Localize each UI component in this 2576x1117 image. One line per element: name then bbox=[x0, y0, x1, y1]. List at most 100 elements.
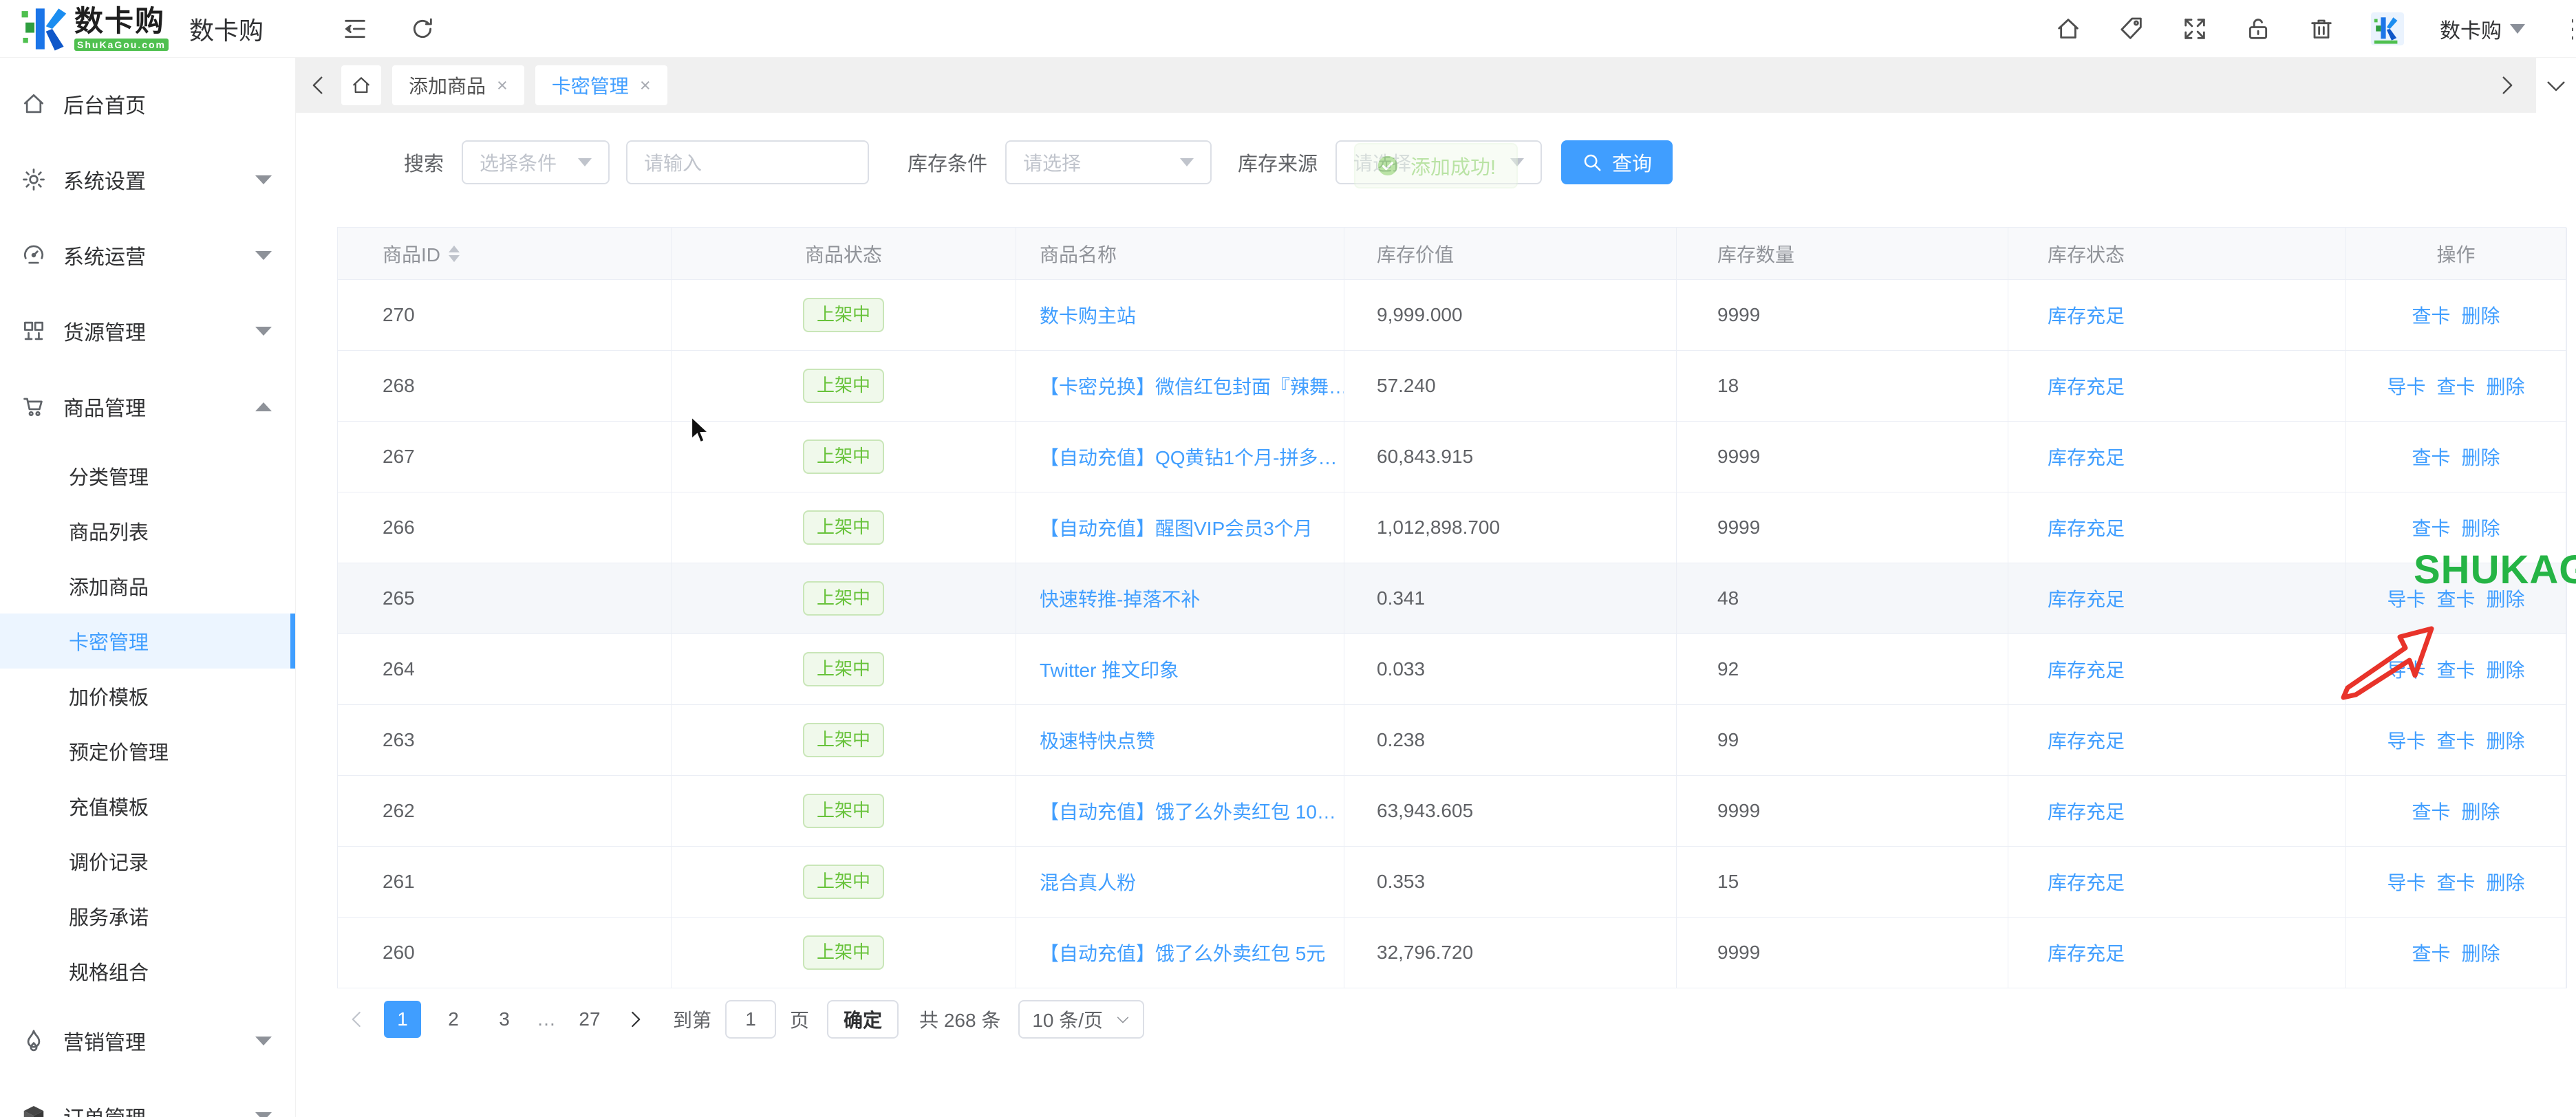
row-action-link[interactable]: 删除 bbox=[2462, 797, 2500, 825]
product-name-link[interactable]: 【卡密兑换】微信红包封面『辣舞… bbox=[1040, 372, 1344, 400]
sidebar-item-订单管理[interactable]: 订单管理 bbox=[0, 1078, 295, 1117]
search-keyword-input[interactable]: 请输入 bbox=[626, 140, 869, 184]
stock-status-link[interactable]: 库存充足 bbox=[2048, 372, 2125, 400]
row-action-link[interactable]: 删除 bbox=[2462, 301, 2500, 329]
stock-status-link[interactable]: 库存充足 bbox=[2048, 514, 2125, 541]
close-icon[interactable]: × bbox=[640, 76, 651, 95]
tab-卡密管理[interactable]: 卡密管理× bbox=[535, 65, 667, 105]
sidebar-subitem-服务承诺[interactable]: 服务承诺 bbox=[0, 889, 295, 944]
stock-status-link[interactable]: 库存充足 bbox=[2048, 655, 2125, 683]
pager-page-1[interactable]: 1 bbox=[384, 1001, 421, 1038]
main-content: 添加成功! 搜索 选择条件 请输入 库存条件 请选择 库存来源 请选择 查询 商… bbox=[296, 113, 2576, 1117]
tabs-dropdown-button[interactable] bbox=[2536, 58, 2576, 113]
close-icon[interactable]: × bbox=[497, 76, 508, 95]
stock-status-link[interactable]: 库存充足 bbox=[2048, 585, 2125, 612]
row-action-link[interactable]: 查卡 bbox=[2412, 443, 2450, 470]
sidebar-item-后台首页[interactable]: 后台首页 bbox=[0, 66, 295, 142]
sidebar-item-系统运营[interactable]: 系统运营 bbox=[0, 217, 295, 293]
pager-confirm-button[interactable]: 确定 bbox=[827, 1000, 899, 1039]
column-header-商品ID[interactable]: 商品ID bbox=[338, 228, 672, 280]
product-name-link[interactable]: 混合真人粉 bbox=[1040, 868, 1136, 896]
product-name-link[interactable]: 数卡购主站 bbox=[1040, 301, 1136, 329]
row-action-link[interactable]: 查卡 bbox=[2412, 939, 2450, 966]
stock-status-link[interactable]: 库存充足 bbox=[2048, 939, 2125, 966]
sidebar-subitem-预定价管理[interactable]: 预定价管理 bbox=[0, 724, 295, 779]
sidebar-subitem-充值模板[interactable]: 充值模板 bbox=[0, 779, 295, 834]
stock-value: 63,943.605 bbox=[1377, 800, 1473, 822]
product-name-link[interactable]: 【自动充值】饿了么外卖红包 5元 bbox=[1040, 939, 1325, 966]
user-menu[interactable]: 数卡购 bbox=[2440, 14, 2525, 44]
query-button[interactable]: 查询 bbox=[1561, 140, 1673, 184]
product-name-link[interactable]: 【自动充值】QQ黄钻1个月-拼多… bbox=[1040, 443, 1337, 470]
stock-status-link[interactable]: 库存充足 bbox=[2048, 797, 2125, 825]
search-label: 搜索 bbox=[404, 148, 444, 177]
stock-status-link[interactable]: 库存充足 bbox=[2048, 301, 2125, 329]
stock-status-link[interactable]: 库存充足 bbox=[2048, 868, 2125, 896]
refresh-icon[interactable] bbox=[409, 15, 436, 43]
product-name-link[interactable]: 极速特快点赞 bbox=[1040, 726, 1155, 754]
pager-page-2[interactable]: 2 bbox=[435, 1001, 472, 1038]
stock-value: 32,796.720 bbox=[1377, 942, 1473, 964]
home-icon[interactable] bbox=[2054, 15, 2082, 43]
page-size-select[interactable]: 10 条/页 bbox=[1018, 1000, 1144, 1039]
row-action-link[interactable]: 查卡 bbox=[2412, 514, 2450, 541]
sidebar-item-营销管理[interactable]: 营销管理 bbox=[0, 1003, 295, 1078]
pager-page-27[interactable]: 27 bbox=[571, 1001, 608, 1038]
sidebar-item-商品管理[interactable]: 商品管理 bbox=[0, 369, 295, 444]
tabs-scroll-left-icon[interactable] bbox=[307, 74, 330, 97]
pager-page-3[interactable]: 3 bbox=[486, 1001, 523, 1038]
pager-ellipsis[interactable]: … bbox=[537, 1008, 557, 1030]
tag-icon[interactable] bbox=[2118, 15, 2145, 43]
row-action-link[interactable]: 删除 bbox=[2462, 939, 2500, 966]
row-action-link[interactable]: 查卡 bbox=[2412, 797, 2450, 825]
search-condition-select[interactable]: 选择条件 bbox=[462, 140, 610, 184]
product-id: 268 bbox=[383, 375, 415, 397]
stock-source-select[interactable]: 请选择 bbox=[1335, 140, 1542, 184]
product-name-link[interactable]: Twitter 推文印象 bbox=[1040, 655, 1179, 683]
sidebar-item-系统设置[interactable]: 系统设置 bbox=[0, 142, 295, 217]
row-action-link[interactable]: 导卡 bbox=[2387, 868, 2425, 896]
user-avatar[interactable] bbox=[2371, 12, 2404, 45]
table-row: 262上架中【自动充值】饿了么外卖红包 10…63,943.6059999库存充… bbox=[338, 776, 2566, 847]
stock-status-link[interactable]: 库存充足 bbox=[2048, 443, 2125, 470]
tabs-scroll-right-icon[interactable] bbox=[2495, 74, 2518, 97]
sidebar-subitem-卡密管理[interactable]: 卡密管理 bbox=[0, 614, 295, 669]
sidebar-subitem-加价模板[interactable]: 加价模板 bbox=[0, 669, 295, 724]
stock-condition-select[interactable]: 请选择 bbox=[1005, 140, 1212, 184]
sidebar-subitem-调价记录[interactable]: 调价记录 bbox=[0, 834, 295, 889]
row-action-link[interactable]: 查卡 bbox=[2436, 372, 2475, 400]
tab-添加商品[interactable]: 添加商品× bbox=[392, 65, 524, 105]
row-action-link[interactable]: 删除 bbox=[2487, 655, 2525, 683]
sidebar-subitem-添加商品[interactable]: 添加商品 bbox=[0, 558, 295, 614]
pager-prev-icon[interactable] bbox=[347, 1009, 367, 1030]
collapse-sidebar-icon[interactable] bbox=[341, 15, 369, 43]
row-action-link[interactable]: 查卡 bbox=[2436, 868, 2475, 896]
chevron-down-icon bbox=[2544, 74, 2568, 97]
sidebar-item-货源管理[interactable]: 货源管理 bbox=[0, 293, 295, 369]
sidebar-subitem-商品列表[interactable]: 商品列表 bbox=[0, 503, 295, 558]
row-action-link[interactable]: 删除 bbox=[2462, 514, 2500, 541]
status-badge: 上架中 bbox=[803, 865, 884, 898]
sidebar-subitem-规格组合[interactable]: 规格组合 bbox=[0, 944, 295, 999]
row-action-link[interactable]: 删除 bbox=[2487, 868, 2525, 896]
row-action-link[interactable]: 删除 bbox=[2487, 726, 2525, 754]
product-name-link[interactable]: 【自动充值】饿了么外卖红包 10… bbox=[1040, 797, 1336, 825]
row-action-link[interactable]: 导卡 bbox=[2387, 372, 2425, 400]
product-name-link[interactable]: 【自动充值】醒图VIP会员3个月 bbox=[1040, 514, 1313, 541]
trash-icon[interactable] bbox=[2308, 15, 2335, 43]
sort-icon[interactable] bbox=[449, 246, 460, 262]
product-name-link[interactable]: 快速转推-掉落不补 bbox=[1040, 585, 1200, 612]
tab-home[interactable] bbox=[341, 65, 381, 105]
row-action-link[interactable]: 查卡 bbox=[2412, 301, 2450, 329]
row-action-link[interactable]: 查卡 bbox=[2436, 726, 2475, 754]
pager-next-icon[interactable] bbox=[625, 1009, 645, 1030]
row-action-link[interactable]: 导卡 bbox=[2387, 726, 2425, 754]
row-action-link[interactable]: 删除 bbox=[2487, 372, 2525, 400]
pager-jump-input[interactable]: 1 bbox=[725, 1000, 776, 1039]
fullscreen-icon[interactable] bbox=[2181, 15, 2209, 43]
stock-status-link[interactable]: 库存充足 bbox=[2048, 726, 2125, 754]
row-action-link[interactable]: 删除 bbox=[2462, 443, 2500, 470]
unlock-icon[interactable] bbox=[2244, 15, 2272, 43]
sidebar-subitem-分类管理[interactable]: 分类管理 bbox=[0, 448, 295, 503]
kebab-menu-icon[interactable]: ⋮ bbox=[2561, 14, 2573, 43]
